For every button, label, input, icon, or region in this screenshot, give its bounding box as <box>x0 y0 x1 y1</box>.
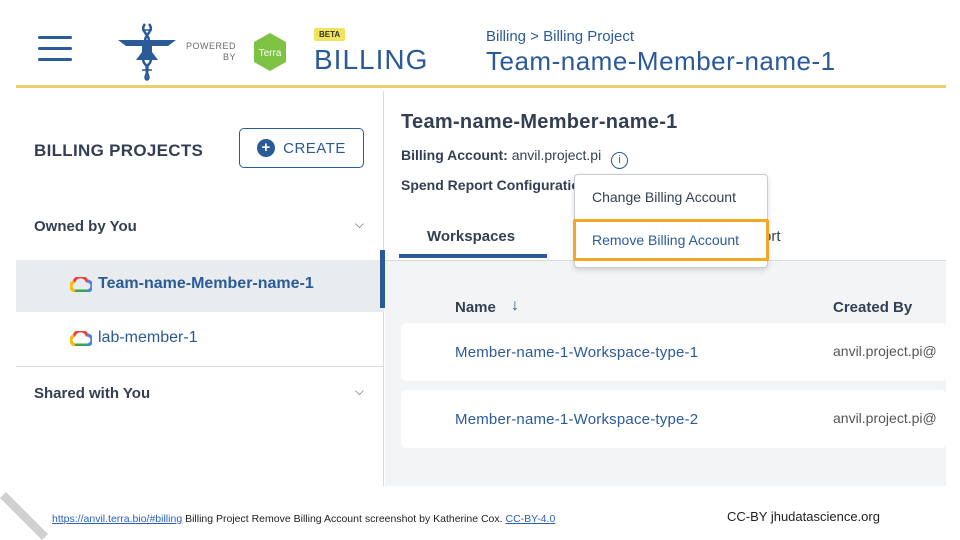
footer-caption: Billing Project Remove Billing Account s… <box>182 513 506 525</box>
change-billing-account-option[interactable]: Change Billing Account <box>575 177 769 217</box>
section-label: Owned by You <box>34 218 137 235</box>
billing-account-menu: Change Billing Account Remove Billing Ac… <box>573 174 769 268</box>
column-header-name[interactable]: Name <box>455 299 496 316</box>
spend-report-label: Spend Report Configuration <box>401 177 575 193</box>
section-owned-by-you[interactable]: Owned by You ⌵ <box>16 209 384 245</box>
chevron-down-icon: ⌵ <box>354 384 364 398</box>
sidebar-item-lab-member-1[interactable]: lab-member-1 <box>16 314 384 366</box>
terra-logo-icon: Terra <box>254 33 286 71</box>
workspace-link[interactable]: Member-name-1-Workspace-type-1 <box>455 344 698 361</box>
anvil-logo-icon <box>118 23 176 81</box>
svg-text:Terra: Terra <box>259 48 282 59</box>
create-button-label: CREATE <box>283 139 346 157</box>
workspace-link[interactable]: Member-name-1-Workspace-type-2 <box>455 411 698 428</box>
footer-license-link[interactable]: CC-BY-4.0 <box>505 513 555 525</box>
plus-circle-icon: + <box>257 139 276 157</box>
project-title: Team-name-Member-name-1 <box>401 111 678 133</box>
info-icon[interactable]: i <box>611 152 629 169</box>
footer-source-link[interactable]: https://anvil.terra.bio/#billing <box>52 513 182 525</box>
sidebar-item-label: Team-name-Member-name-1 <box>98 275 314 292</box>
footer-attribution: CC-BY jhudatascience.org <box>727 509 880 524</box>
page-title: Team-name-Member-name-1 <box>486 46 836 76</box>
billing-account-value: anvil.project.pi <box>511 147 602 163</box>
sidebar-item-team-name-member-name-1[interactable]: Team-name-Member-name-1 <box>16 250 386 312</box>
billing-account-line: Billing Account: anvil.project.pi i <box>401 147 629 169</box>
remove-billing-account-option[interactable]: Remove Billing Account <box>573 219 769 261</box>
app-window: POWERED BY Terra BETA BILLING Billing > … <box>16 14 946 486</box>
app-header: POWERED BY Terra BETA BILLING Billing > … <box>16 14 946 88</box>
footer-credit: https://anvil.terra.bio/#billing Billing… <box>52 513 555 525</box>
sort-down-arrow-icon[interactable]: ↓ <box>511 297 519 315</box>
sidebar: BILLING PROJECTS + CREATE Owned by You ⌵… <box>16 91 386 486</box>
google-cloud-icon <box>70 331 92 346</box>
hamburger-menu-icon[interactable] <box>38 36 72 64</box>
sidebar-divider <box>16 366 384 367</box>
active-tab-indicator <box>399 254 547 258</box>
breadcrumb[interactable]: Billing > Billing Project <box>486 28 634 45</box>
app-name: BILLING <box>314 44 429 75</box>
sidebar-item-label: lab-member-1 <box>98 329 198 346</box>
page-corner-fold-icon <box>0 492 48 540</box>
billing-account-label: Billing Account: <box>401 147 508 163</box>
google-cloud-icon <box>70 277 92 292</box>
section-label: Shared with You <box>34 385 151 402</box>
beta-badge: BETA <box>314 28 346 41</box>
create-button[interactable]: + CREATE <box>239 128 364 168</box>
powered-by-text: POWERED BY <box>186 41 237 62</box>
table-row[interactable]: Member-name-1-Workspace-type-1 anvil.pro… <box>401 323 946 381</box>
sidebar-heading: BILLING PROJECTS <box>34 141 204 160</box>
table-row[interactable]: Member-name-1-Workspace-type-2 anvil.pro… <box>401 390 946 448</box>
section-shared-with-you[interactable]: Shared with You ⌵ <box>16 376 384 412</box>
chevron-down-icon: ⌵ <box>354 217 364 231</box>
column-header-created-by[interactable]: Created By <box>833 299 912 316</box>
tab-workspaces[interactable]: Workspaces <box>427 228 515 245</box>
created-by-cell: anvil.project.pi@ <box>833 410 937 426</box>
main-content: Team-name-Member-name-1 Billing Account:… <box>385 91 946 486</box>
created-by-cell: anvil.project.pi@ <box>833 343 937 359</box>
